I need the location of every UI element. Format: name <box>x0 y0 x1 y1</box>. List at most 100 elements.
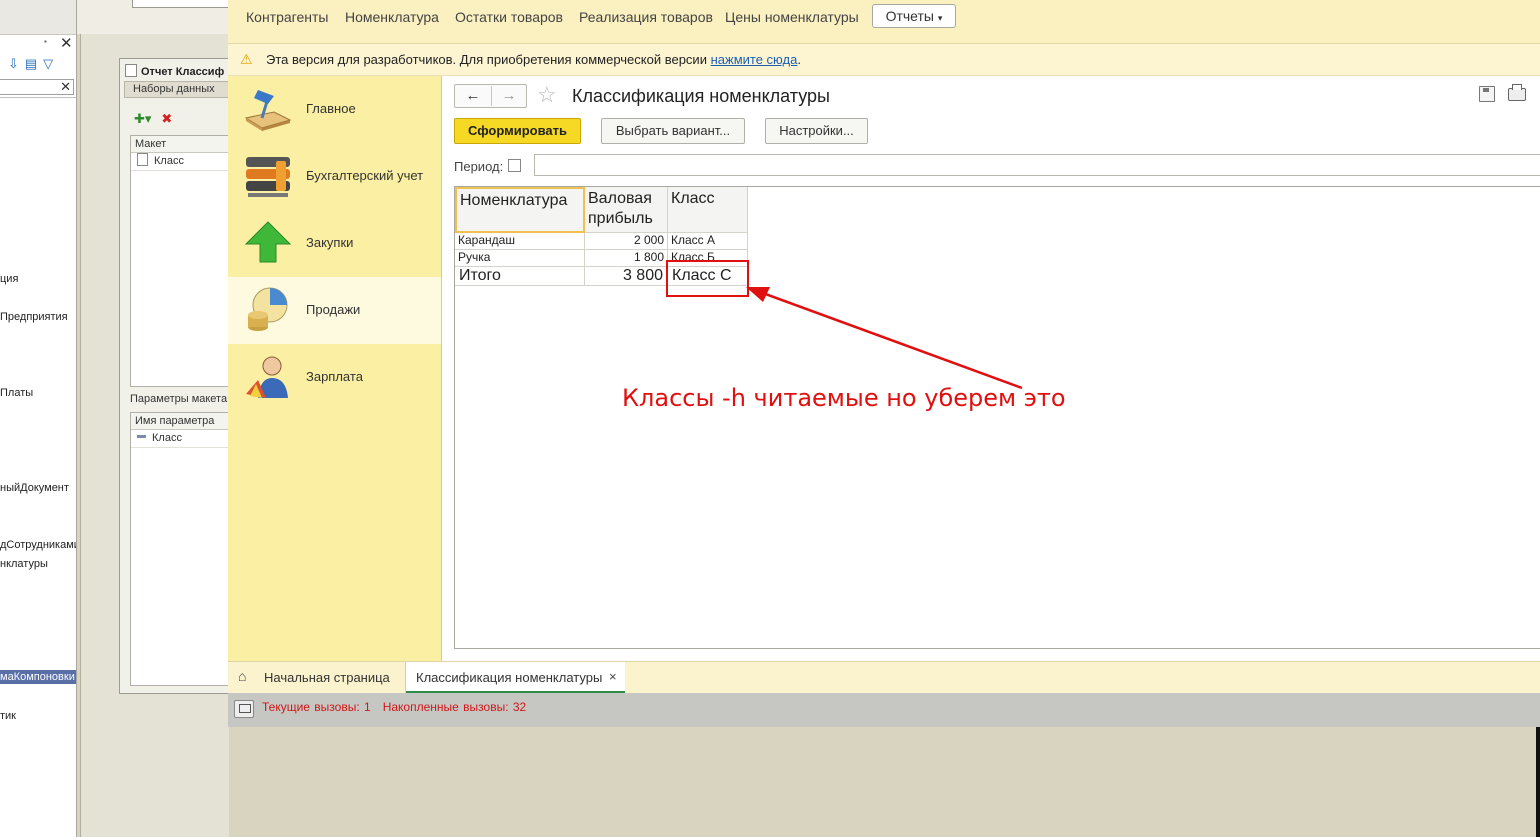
delete-icon[interactable]: ✖ <box>161 111 172 126</box>
forward-arrow-icon[interactable]: → <box>491 86 527 106</box>
purchase-link[interactable]: нажмите сюда <box>711 52 798 67</box>
tab-report[interactable]: Классификация номенклатуры × <box>406 662 625 693</box>
close-icon[interactable]: ✕ <box>60 34 73 52</box>
nav-link-sales[interactable]: Реализация товаров <box>579 9 713 25</box>
status-bar: Текущие вызовы: 1 Накопленные вызовы: 32 <box>228 693 1540 727</box>
nav-link-counterparties[interactable]: Контрагенты <box>246 9 328 25</box>
tab-label: Начальная страница <box>264 670 390 685</box>
report-spreadsheet[interactable]: Номенклатура Валовая прибыль Класс Каран… <box>454 186 1540 649</box>
section-label: Зарплата <box>306 369 363 384</box>
window-edge <box>1536 727 1540 837</box>
section-sales[interactable]: Продажи <box>228 277 441 344</box>
panel-toolbar <box>0 0 76 35</box>
tree-item-selected[interactable]: маКомпоновки <box>0 670 76 684</box>
period-checkbox[interactable] <box>508 159 521 172</box>
top-navigation: Контрагенты Номенклатура Остатки товаров… <box>228 0 1540 44</box>
tree-item[interactable]: нклатуры <box>0 558 48 570</box>
person-palette-icon <box>246 356 288 398</box>
pin-icon[interactable]: ▪ <box>44 37 47 46</box>
section-main[interactable]: Главное <box>228 76 441 143</box>
period-label: Период: <box>454 159 504 174</box>
add-icon[interactable]: ✚▾ <box>134 111 151 126</box>
layout-grid: Макет Класс <box>130 135 231 387</box>
section-salary[interactable]: Зарплата <box>228 344 441 411</box>
generate-button[interactable]: Сформировать <box>454 118 581 144</box>
header-gross-profit[interactable]: Валовая прибыль <box>585 187 668 233</box>
home-icon: ⌂ <box>238 668 247 684</box>
header-nomenclature[interactable]: Номенклатура <box>455 187 585 233</box>
tree-toolbar-icons[interactable]: ⇩▤▽ <box>8 56 59 72</box>
tab-label: Классификация номенклатуры <box>416 670 603 685</box>
total-profit-cell[interactable]: 3 800 <box>585 265 668 286</box>
params-label: Параметры макета <box>130 393 228 405</box>
accumulated-calls: Накопленные вызовы: 32 <box>382 700 527 714</box>
current-calls: Текущие вызовы: 1 <box>262 700 371 714</box>
favorite-star-icon[interactable]: ☆ <box>537 82 557 108</box>
status-text: Текущие вызовы: 1 Накопленные вызовы: 32 <box>262 700 526 714</box>
tree-item[interactable]: Платы <box>0 387 33 399</box>
params-grid-row[interactable]: Класс <box>131 430 230 448</box>
nav-link-prices[interactable]: Цены номенклатуры <box>725 9 859 25</box>
params-grid: Имя параметра Класс <box>130 412 231 686</box>
nav-link-nomenclature[interactable]: Номенклатура <box>345 9 439 25</box>
total-label-cell[interactable]: Итого <box>455 265 585 286</box>
tab-home-page[interactable]: ⌂ Начальная страница <box>228 662 406 693</box>
table-cell[interactable]: Класс А <box>668 233 748 250</box>
parameter-icon <box>137 435 146 438</box>
params-grid-header: Имя параметра <box>131 413 230 430</box>
choose-variant-button[interactable]: Выбрать вариант... <box>601 118 745 144</box>
document-icon <box>137 153 148 166</box>
layout-grid-header: Макет <box>131 136 230 153</box>
background-search-field <box>132 0 230 8</box>
settings-button[interactable]: Настройки... <box>765 118 868 144</box>
section-purchases[interactable]: Закупки <box>228 210 441 277</box>
annotation-text: Классы -h читаемые но уберем это <box>622 384 1066 412</box>
header-class[interactable]: Класс <box>668 187 748 233</box>
dataset-toolbar: ✚▾ ✖ <box>134 111 172 127</box>
section-label: Продажи <box>306 302 361 317</box>
binders-icon <box>246 157 290 197</box>
back-arrow-icon[interactable]: ← <box>455 86 492 106</box>
desk-lamp-icon <box>244 90 292 131</box>
save-icon[interactable] <box>1479 86 1495 102</box>
app-window: Контрагенты Номенклатура Остатки товаров… <box>228 0 1540 727</box>
reports-dropdown-button[interactable]: Отчеты ▾ <box>872 4 956 28</box>
page-title: Классификация номенклатуры <box>572 86 830 106</box>
tree-item[interactable]: дСотрудниками <box>0 539 76 551</box>
period-input[interactable] <box>534 154 1540 176</box>
layout-grid-row[interactable]: Класс <box>131 153 230 171</box>
open-windows-bar: ⌂ Начальная страница Классификация номен… <box>228 661 1540 694</box>
section-label: Главное <box>306 101 356 116</box>
windows-icon[interactable] <box>234 700 254 718</box>
developer-version-warning: ⚠ Эта версия для разработчиков. Для прио… <box>228 44 1540 76</box>
history-navigation: ← → <box>454 84 527 108</box>
report-form: ← → ☆ Классификация номенклатуры Сформир… <box>442 76 1540 661</box>
tree-search-input[interactable]: ✕ <box>0 79 74 95</box>
designer-window-title: Отчет Классиф <box>125 64 224 78</box>
tab-datasets[interactable]: Наборы данных <box>124 81 229 98</box>
table-cell[interactable]: Карандаш <box>455 233 585 250</box>
clear-icon[interactable]: ✕ <box>60 79 71 95</box>
table-cell[interactable]: 2 000 <box>585 233 668 250</box>
print-icon[interactable] <box>1508 84 1526 101</box>
metadata-tree: ция Предприятия Платы ныйДокумент дСотру… <box>0 97 76 837</box>
chevron-down-icon: ▾ <box>937 13 943 23</box>
close-icon[interactable]: × <box>609 669 617 684</box>
nav-link-stock[interactable]: Остатки товаров <box>455 9 563 25</box>
sections-panel: Главное Бухгалтерский учет Закупки Прода… <box>228 76 442 661</box>
metadata-tree-panel: ▪ ✕ ⇩▤▽ ✕ ция Предприятия Платы ныйДокум… <box>0 0 77 837</box>
report-icon <box>125 64 137 77</box>
green-up-arrow-icon <box>244 221 292 263</box>
tree-item[interactable]: ция <box>0 273 18 285</box>
warning-icon: ⚠ <box>240 51 253 67</box>
pie-coins-icon <box>248 287 288 331</box>
tree-item[interactable]: Предприятия <box>0 311 68 323</box>
tree-item[interactable]: тик <box>0 710 16 722</box>
tree-item[interactable]: ныйДокумент <box>0 482 69 494</box>
report-designer-window: Отчет Классиф Наборы данных ✚▾ ✖ Макет Кл… <box>119 58 231 694</box>
section-accounting[interactable]: Бухгалтерский учет <box>228 143 441 210</box>
section-label: Бухгалтерский учет <box>306 168 424 183</box>
section-label: Закупки <box>306 235 354 250</box>
annotation-highlight-box <box>666 260 749 297</box>
warning-text: Эта версия для разработчиков. Для приобр… <box>266 52 801 67</box>
